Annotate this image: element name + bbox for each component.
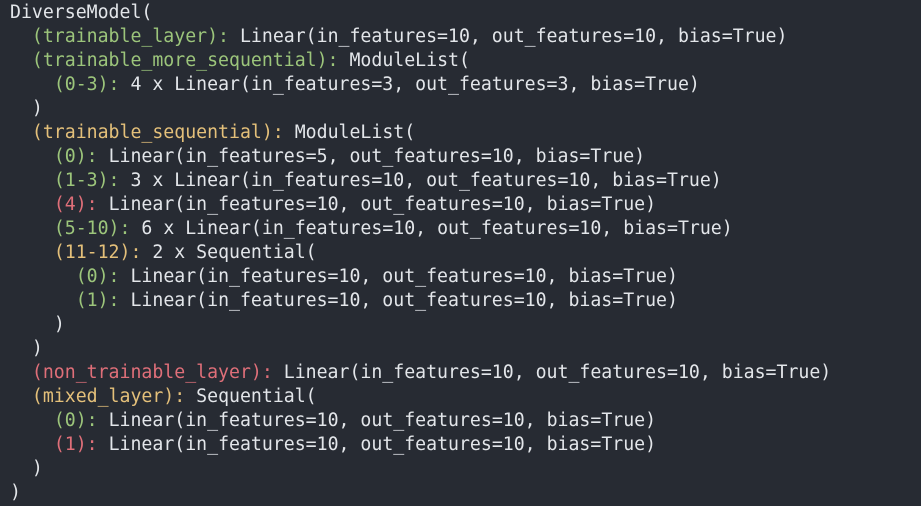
line-text: ) bbox=[10, 482, 21, 503]
module-label: (trainable_sequential): bbox=[31, 122, 284, 143]
module-label: (11-12): bbox=[53, 242, 142, 263]
code-line: (1): Linear(in_features=10, out_features… bbox=[10, 289, 921, 313]
code-line: (4): Linear(in_features=10, out_features… bbox=[10, 193, 921, 217]
code-line: ) bbox=[10, 337, 921, 361]
line-text: 3 x Linear(in_features=10, out_features=… bbox=[119, 170, 722, 191]
line-text: ModuleList( bbox=[338, 50, 470, 71]
code-line: (0): Linear(in_features=10, out_features… bbox=[10, 409, 921, 433]
code-line: (0-3): 4 x Linear(in_features=3, out_fea… bbox=[10, 73, 921, 97]
module-label: (0): bbox=[53, 146, 98, 167]
line-text: Linear(in_features=10, out_features=10, … bbox=[119, 266, 678, 287]
line-text: Linear(in_features=10, out_features=10, … bbox=[229, 26, 788, 47]
line-text: 2 x Sequential( bbox=[141, 242, 317, 263]
module-label: (trainable_layer): bbox=[31, 26, 230, 47]
code-line: ) bbox=[10, 481, 921, 505]
module-label: (4): bbox=[53, 194, 98, 215]
line-text: ) bbox=[53, 314, 65, 335]
terminal-output: DiverseModel( (trainable_layer): Linear(… bbox=[0, 0, 921, 506]
line-text: 6 x Linear(in_features=10, out_features=… bbox=[130, 218, 733, 239]
code-line: ) bbox=[10, 457, 921, 481]
module-label: (0-3): bbox=[53, 74, 120, 95]
code-line: (trainable_more_sequential): ModuleList( bbox=[10, 49, 921, 73]
line-text: Linear(in_features=5, out_features=10, b… bbox=[97, 146, 646, 167]
code-line: (trainable_sequential): ModuleList( bbox=[10, 121, 921, 145]
line-text: ModuleList( bbox=[283, 122, 416, 143]
code-line: (5-10): 6 x Linear(in_features=10, out_f… bbox=[10, 217, 921, 241]
line-text: Linear(in_features=10, out_features=10, … bbox=[97, 194, 657, 215]
line-text: 4 x Linear(in_features=3, out_features=3… bbox=[119, 74, 700, 95]
module-label: (1): bbox=[53, 434, 98, 455]
module-label: (1): bbox=[75, 290, 120, 311]
module-label: (non_trainable_layer): bbox=[31, 362, 273, 383]
module-label: (mixed_layer): bbox=[31, 386, 186, 407]
line-text: Linear(in_features=10, out_features=10, … bbox=[97, 434, 657, 455]
line-text: Linear(in_features=10, out_features=10, … bbox=[119, 290, 678, 311]
code-line: (1-3): 3 x Linear(in_features=10, out_fe… bbox=[10, 169, 921, 193]
module-label: (0): bbox=[53, 410, 98, 431]
code-line: (1): Linear(in_features=10, out_features… bbox=[10, 433, 921, 457]
code-line: DiverseModel( bbox=[10, 1, 921, 25]
line-text: Linear(in_features=10, out_features=10, … bbox=[97, 410, 657, 431]
line-text: ) bbox=[31, 458, 43, 479]
line-text: ) bbox=[31, 338, 43, 359]
code-line: (non_trainable_layer): Linear(in_feature… bbox=[10, 361, 921, 385]
code-line: (mixed_layer): Sequential( bbox=[10, 385, 921, 409]
module-label: (trainable_more_sequential): bbox=[31, 50, 339, 71]
code-line: (11-12): 2 x Sequential( bbox=[10, 241, 921, 265]
line-text: DiverseModel( bbox=[10, 2, 153, 23]
module-label: (0): bbox=[75, 266, 120, 287]
module-label: (5-10): bbox=[53, 218, 131, 239]
code-line: (0): Linear(in_features=10, out_features… bbox=[10, 265, 921, 289]
code-line: (trainable_layer): Linear(in_features=10… bbox=[10, 25, 921, 49]
code-line: ) bbox=[10, 313, 921, 337]
code-line: ) bbox=[10, 97, 921, 121]
module-label: (1-3): bbox=[53, 170, 120, 191]
code-line: (0): Linear(in_features=5, out_features=… bbox=[10, 145, 921, 169]
line-text: ) bbox=[31, 98, 43, 119]
line-text: Sequential( bbox=[185, 386, 317, 407]
line-text: Linear(in_features=10, out_features=10, … bbox=[272, 362, 832, 383]
